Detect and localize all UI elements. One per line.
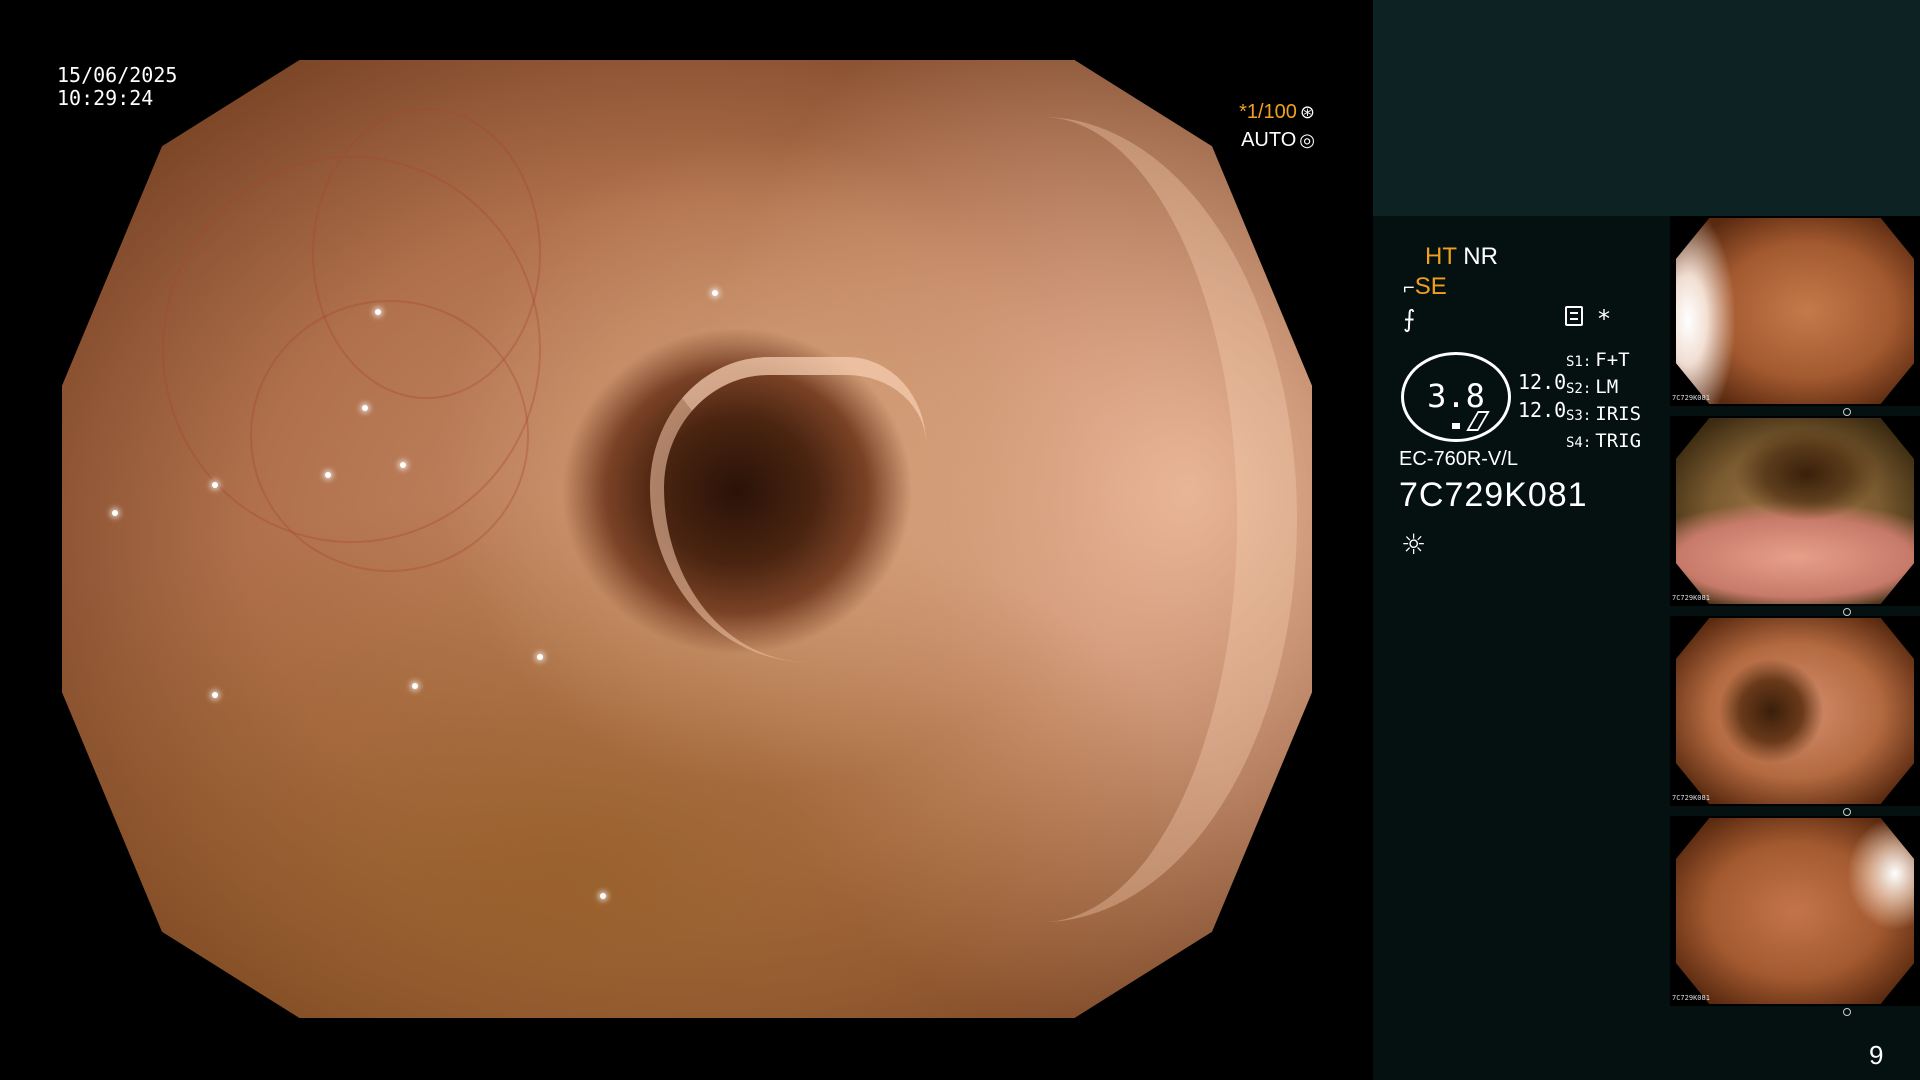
iris-icon: ◎ — [1299, 130, 1315, 150]
gauge-bar-icon — [1452, 423, 1460, 429]
light-reflection — [412, 682, 418, 689]
mode-nr: NR — [1463, 243, 1498, 270]
thumbnail-dot-icon — [1843, 1008, 1851, 1016]
structure-enhance-line: ⌐SE — [1403, 273, 1447, 301]
switch-item: S3: IRIS — [1566, 403, 1642, 425]
shutter-speed-text: *1/100 — [1239, 101, 1297, 123]
thumbnail-dot-icon — [1843, 408, 1851, 416]
captured-image-2[interactable]: 7C729K081 — [1670, 416, 1920, 606]
light-reflection — [399, 462, 406, 469]
light-reflection — [537, 653, 543, 660]
gauge-readouts: 12.0 12.0 — [1518, 368, 1566, 424]
mode-se: SE — [1414, 273, 1447, 300]
switch-item: S1: F+T — [1566, 349, 1630, 371]
image-mode-line: HT NR — [1425, 243, 1498, 271]
live-endoscopy-view — [62, 60, 1312, 1018]
aperture-icon: ⊛ — [1299, 102, 1315, 122]
page-number: 9 — [1869, 1040, 1884, 1070]
enhance-icon: ⌐ — [1403, 277, 1415, 299]
datetime-overlay: 15/06/2025 10:29:24 — [57, 64, 177, 110]
thumbnail-image — [1676, 818, 1914, 1004]
light-reflection — [599, 893, 606, 900]
light-reflection — [324, 471, 331, 478]
light-reflection — [112, 510, 118, 517]
light-reflection — [712, 289, 718, 296]
thumbnail-label: 7C729K081 — [1672, 594, 1710, 602]
thumbnail-label: 7C729K081 — [1672, 794, 1710, 802]
asterisk-icon: * — [1598, 305, 1610, 333]
thumbnail-label: 7C729K081 — [1672, 994, 1710, 1002]
captured-image-3[interactable]: 7C729K081 — [1670, 616, 1920, 806]
exposure-overlay: *1/100 ⊛ AUTO ◎ — [1239, 98, 1315, 154]
endoscopy-monitor: 15/06/2025 10:29:24 *1/100 ⊛ AUTO ◎ HT NR … — [0, 0, 1920, 1080]
light-reflection — [212, 481, 218, 488]
thumbnail-dot-icon — [1843, 608, 1851, 616]
captured-image-1[interactable]: 7C729K081 — [1670, 216, 1920, 406]
gauge-value: 3.8 — [1427, 377, 1485, 415]
vessel-pattern — [312, 107, 541, 400]
thumbnail-image — [1676, 418, 1914, 604]
exposure-mode-text: AUTO — [1241, 129, 1297, 151]
time-text: 10:29:24 — [57, 86, 154, 110]
captured-image-4[interactable]: 7C729K081 — [1670, 816, 1920, 1006]
panel-header-area — [1373, 0, 1920, 216]
sun-icon: ☼ — [1401, 528, 1427, 561]
scope-model-text: EC-760R-V/L — [1399, 448, 1518, 470]
thumbnail-dot-icon — [1843, 808, 1851, 816]
gauge-readout-bottom: 12.0 — [1518, 398, 1567, 422]
switch-item: S2: LM — [1566, 376, 1619, 398]
light-reflection — [374, 309, 381, 316]
zoom-gauge: 3.8 — [1401, 352, 1511, 442]
mode-ht: HT — [1425, 243, 1457, 270]
date-text: 15/06/2025 — [57, 63, 178, 87]
light-reflection — [362, 404, 368, 411]
switch-item: S4: TRIG — [1566, 430, 1642, 452]
gauge-readout-top: 12.0 — [1518, 370, 1567, 394]
mucosal-fold — [649, 356, 926, 663]
sharpness-icon: ⨍ — [1403, 305, 1416, 333]
thumbnail-image — [1676, 618, 1914, 804]
thumbnail-label: 7C729K081 — [1672, 394, 1710, 402]
list-icon — [1565, 306, 1583, 326]
scope-serial-text: 7C729K081 — [1399, 476, 1588, 514]
scope-switch-list: S1: F+T S2: LM S3: IRIS S4: TRIG — [1566, 348, 1641, 456]
light-reflection — [212, 692, 218, 699]
thumbnail-image — [1676, 218, 1914, 404]
